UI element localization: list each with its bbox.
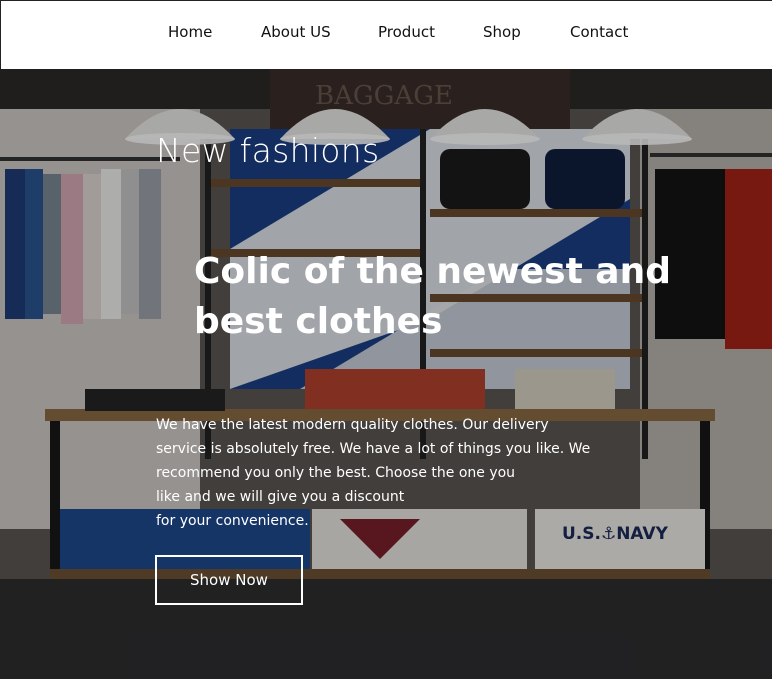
nav-link-contact[interactable]: Contact [570, 23, 628, 41]
nav-link-home[interactable]: Home [168, 23, 212, 41]
nav-link-about[interactable]: About US [261, 23, 331, 41]
top-nav: Home About US Product Shop Contact [0, 0, 772, 69]
nav-link-shop[interactable]: Shop [483, 23, 521, 41]
hero-description: We have the latest modern quality clothe… [156, 417, 591, 529]
hero-subtitle: New fashions [156, 131, 380, 170]
show-now-button[interactable]: Show Now [155, 555, 303, 605]
hero-overlay [0, 69, 772, 679]
hero-headline: Colic of the newest and best clothes [194, 251, 671, 342]
nav-link-product[interactable]: Product [378, 23, 435, 41]
hero-section: BAGGAGE U.S.⚓NAVY New fashions Colic of … [0, 69, 772, 679]
